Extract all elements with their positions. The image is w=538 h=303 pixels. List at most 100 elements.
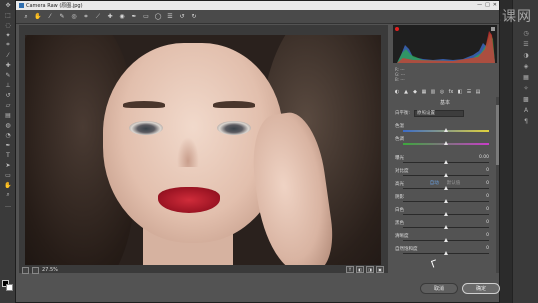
shadow-clipping-warning-icon[interactable] <box>395 27 399 31</box>
brush-icon[interactable]: ✎ <box>0 70 16 80</box>
move-icon[interactable]: ✥ <box>0 0 16 10</box>
hsl-tab-icon[interactable]: ▦ <box>421 89 427 95</box>
slider-value[interactable]: 0 <box>486 181 489 186</box>
view-mode-swap-button[interactable]: ◨ <box>366 266 374 273</box>
view-mode-y-button[interactable]: Y <box>346 266 354 273</box>
targeted-adjustment-icon[interactable]: ◎ <box>70 13 78 21</box>
slider-value[interactable]: 0 <box>486 246 489 251</box>
view-mode-settings-button[interactable]: ▣ <box>376 266 384 273</box>
panel-scrollbar[interactable] <box>496 97 499 273</box>
snapshots-tab-icon[interactable]: ▤ <box>475 89 481 95</box>
paragraph-panel-icon[interactable]: ¶ <box>513 116 538 127</box>
clone-stamp-icon[interactable]: ⊥ <box>0 80 16 90</box>
marquee-icon[interactable]: ⬚ <box>0 10 16 20</box>
slider-value[interactable]: 0 <box>486 207 489 212</box>
basic-tab-icon[interactable]: ◐ <box>394 89 400 95</box>
image-preview-area[interactable] <box>19 25 388 273</box>
zoom-level[interactable]: 27.5% <box>42 267 58 273</box>
background-color-swatch[interactable] <box>6 284 13 291</box>
cancel-button[interactable]: 取消 <box>420 283 458 294</box>
gradient-icon[interactable]: ▤ <box>0 110 16 120</box>
history-panel-icon[interactable]: ◷ <box>513 28 538 39</box>
radial-filter-icon[interactable]: ◯ <box>154 13 162 21</box>
adjustments-panel-icon[interactable]: ◑ <box>513 50 538 61</box>
camera-calibration-tab-icon[interactable]: ◧ <box>457 89 463 95</box>
crop-tool-icon[interactable]: ⌗ <box>0 40 16 50</box>
red-eye-icon[interactable]: ◉ <box>118 13 126 21</box>
path-selection-icon[interactable]: ➤ <box>0 160 16 170</box>
rotate-left-icon[interactable]: ↺ <box>178 13 186 21</box>
close-button[interactable]: ✕ <box>493 2 497 8</box>
eraser-icon[interactable]: ▱ <box>0 100 16 110</box>
camera-raw-toolbar: ⌕ ✋ ⁄ ✎ ◎ ⌗ ⟋ ✚ ◉ ✒ ▭ ◯ ☰ ↺ ↻ <box>16 10 499 24</box>
hand-tool-icon[interactable]: ✋ <box>0 180 16 190</box>
slider-value[interactable]: 0 <box>486 168 489 173</box>
photo-left-eye <box>129 121 163 135</box>
adjustment-brush-icon[interactable]: ✒ <box>130 13 138 21</box>
properties-panel-icon[interactable]: ☰ <box>513 39 538 50</box>
split-toning-tab-icon[interactable]: ▥ <box>430 89 436 95</box>
detail-tab-icon[interactable]: ◆ <box>412 89 418 95</box>
slider-thumb[interactable] <box>444 160 448 164</box>
white-balance-icon[interactable]: ⁄ <box>46 13 54 21</box>
character-panel-icon[interactable]: A <box>513 105 538 116</box>
zoom-in-button[interactable] <box>32 266 39 274</box>
channels-panel-icon[interactable]: ▦ <box>513 72 538 83</box>
rotate-right-icon[interactable]: ↻ <box>190 13 198 21</box>
graduated-filter-icon[interactable]: ▭ <box>142 13 150 21</box>
zoom-out-button[interactable] <box>22 266 29 274</box>
zoom-tool-icon[interactable]: ⌕ <box>0 190 16 200</box>
slider-value[interactable]: 0 <box>486 194 489 199</box>
more-tools-icon[interactable]: … <box>0 200 16 210</box>
presets-tab-icon[interactable]: ☰ <box>466 89 472 95</box>
type-icon[interactable]: T <box>0 150 16 160</box>
pen-icon[interactable]: ✒ <box>0 140 16 150</box>
layers-panel-icon[interactable]: ◈ <box>513 61 538 72</box>
spot-removal-icon[interactable]: ✚ <box>106 13 114 21</box>
tone-curve-tab-icon[interactable]: ▲ <box>403 89 409 95</box>
healing-brush-icon[interactable]: ✚ <box>0 60 16 70</box>
slider-thumb[interactable] <box>444 238 448 242</box>
slider-thumb[interactable] <box>444 186 448 190</box>
dodge-icon[interactable]: ◔ <box>0 130 16 140</box>
slider-row: 曝光 0.00 <box>395 155 495 167</box>
effects-tab-icon[interactable]: fx <box>448 89 454 95</box>
slider-value[interactable]: 0.00 <box>479 155 489 160</box>
crop-icon[interactable]: ⌗ <box>82 13 90 21</box>
panel-scrollbar-thumb[interactable] <box>496 105 499 165</box>
lasso-icon[interactable]: ◌ <box>0 20 16 30</box>
swatches-panel-icon[interactable]: ▩ <box>513 94 538 105</box>
straighten-icon[interactable]: ⟋ <box>94 13 102 21</box>
photo-nose <box>177 137 199 167</box>
slider-thumb[interactable] <box>444 173 448 177</box>
slider-row: 黑色 0 <box>395 220 495 232</box>
history-brush-icon[interactable]: ↺ <box>0 90 16 100</box>
minimize-button[interactable]: — <box>477 2 482 8</box>
slider-value[interactable]: 0 <box>486 220 489 225</box>
lens-corrections-tab-icon[interactable]: ◎ <box>439 89 445 95</box>
slider-row: 色温 <box>395 123 495 135</box>
slider-thumb[interactable] <box>444 128 448 132</box>
maximize-button[interactable]: □ <box>485 2 490 8</box>
magic-wand-icon[interactable]: ✦ <box>0 30 16 40</box>
hand-icon[interactable]: ✋ <box>34 13 42 21</box>
highlight-clipping-warning-icon[interactable] <box>491 27 495 31</box>
slider-thumb[interactable] <box>444 251 448 255</box>
slider-thumb[interactable] <box>444 141 448 145</box>
color-sampler-icon[interactable]: ✎ <box>58 13 66 21</box>
rectangle-icon[interactable]: ▭ <box>0 170 16 180</box>
histogram <box>393 25 497 63</box>
slider-value[interactable]: 0 <box>486 233 489 238</box>
preferences-icon[interactable]: ☰ <box>166 13 174 21</box>
paths-panel-icon[interactable]: ✧ <box>513 83 538 94</box>
view-mode-before-after-button[interactable]: ◧ <box>356 266 364 273</box>
ok-button[interactable]: 确定 <box>462 283 500 294</box>
zoom-icon[interactable]: ⌕ <box>22 13 30 21</box>
slider-thumb[interactable] <box>444 225 448 229</box>
slider-thumb[interactable] <box>444 212 448 216</box>
eyedropper-icon[interactable]: ⁄ <box>0 50 16 60</box>
slider-thumb[interactable] <box>444 199 448 203</box>
white-balance-select[interactable]: 原照设置 <box>414 109 465 117</box>
photo-left-brow <box>123 101 165 108</box>
blur-icon[interactable]: ◍ <box>0 120 16 130</box>
